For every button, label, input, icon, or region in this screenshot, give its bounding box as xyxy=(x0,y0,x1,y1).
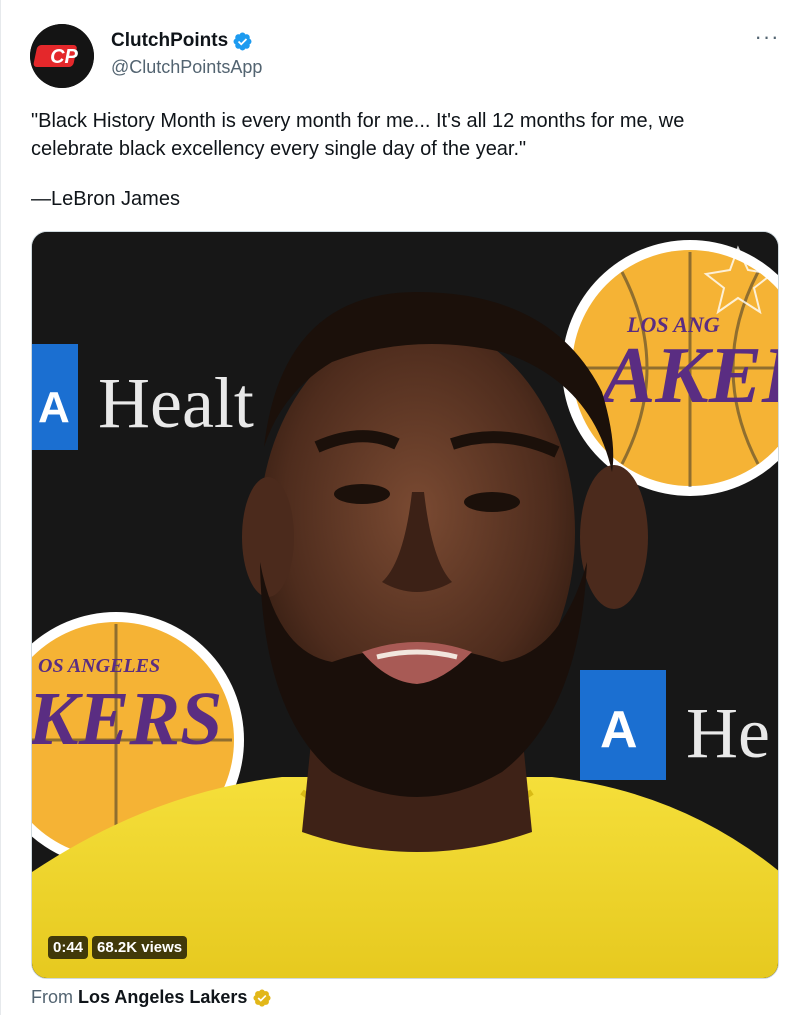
tweet-text: "Black History Month is every month for … xyxy=(31,110,685,160)
verified-badge-icon xyxy=(233,32,252,50)
gold-verified-badge-icon xyxy=(253,988,271,1007)
source-account-link[interactable]: Los Angeles Lakers xyxy=(78,987,247,1008)
lakers-logo-main-text: AKEI xyxy=(597,332,779,420)
backdrop-text-top: Healt xyxy=(98,363,254,443)
tweet-card: CP ClutchPoints @ClutchPointsApp ··· "Bl… xyxy=(0,0,800,1015)
avatar-text: CP xyxy=(50,46,78,68)
source-prefix: From xyxy=(31,987,73,1007)
video-frame-image: A Healt LOS ANG AKEI OS ANGELES KERS A H… xyxy=(32,232,779,978)
lakers-logo-left-main-text: KERS xyxy=(32,677,222,761)
more-options-icon[interactable]: ··· xyxy=(751,26,783,50)
video-player[interactable]: A Healt LOS ANG AKEI OS ANGELES KERS A H… xyxy=(31,231,779,979)
author-handle[interactable]: @ClutchPointsApp xyxy=(111,57,262,78)
video-duration: 0:44 xyxy=(48,936,89,959)
avatar[interactable]: CP xyxy=(30,24,94,88)
display-name[interactable]: ClutchPoints xyxy=(111,30,228,52)
video-views: 68.2K views xyxy=(92,936,188,959)
video-badges: 0:44 68.2K views xyxy=(48,936,188,959)
author-name-row[interactable]: ClutchPoints xyxy=(111,30,253,52)
tweet-attribution: —LeBron James xyxy=(31,188,180,210)
sponsor-letter-top: A xyxy=(38,383,70,432)
lakers-logo-left-top-text: OS ANGELES xyxy=(38,655,160,677)
backdrop-text-bottom: He xyxy=(686,693,770,773)
source-attribution: From Los Angeles Lakers xyxy=(31,987,272,1008)
clutchpoints-logo-icon: CP xyxy=(30,24,94,88)
sponsor-letter-bottom: A xyxy=(600,701,638,759)
